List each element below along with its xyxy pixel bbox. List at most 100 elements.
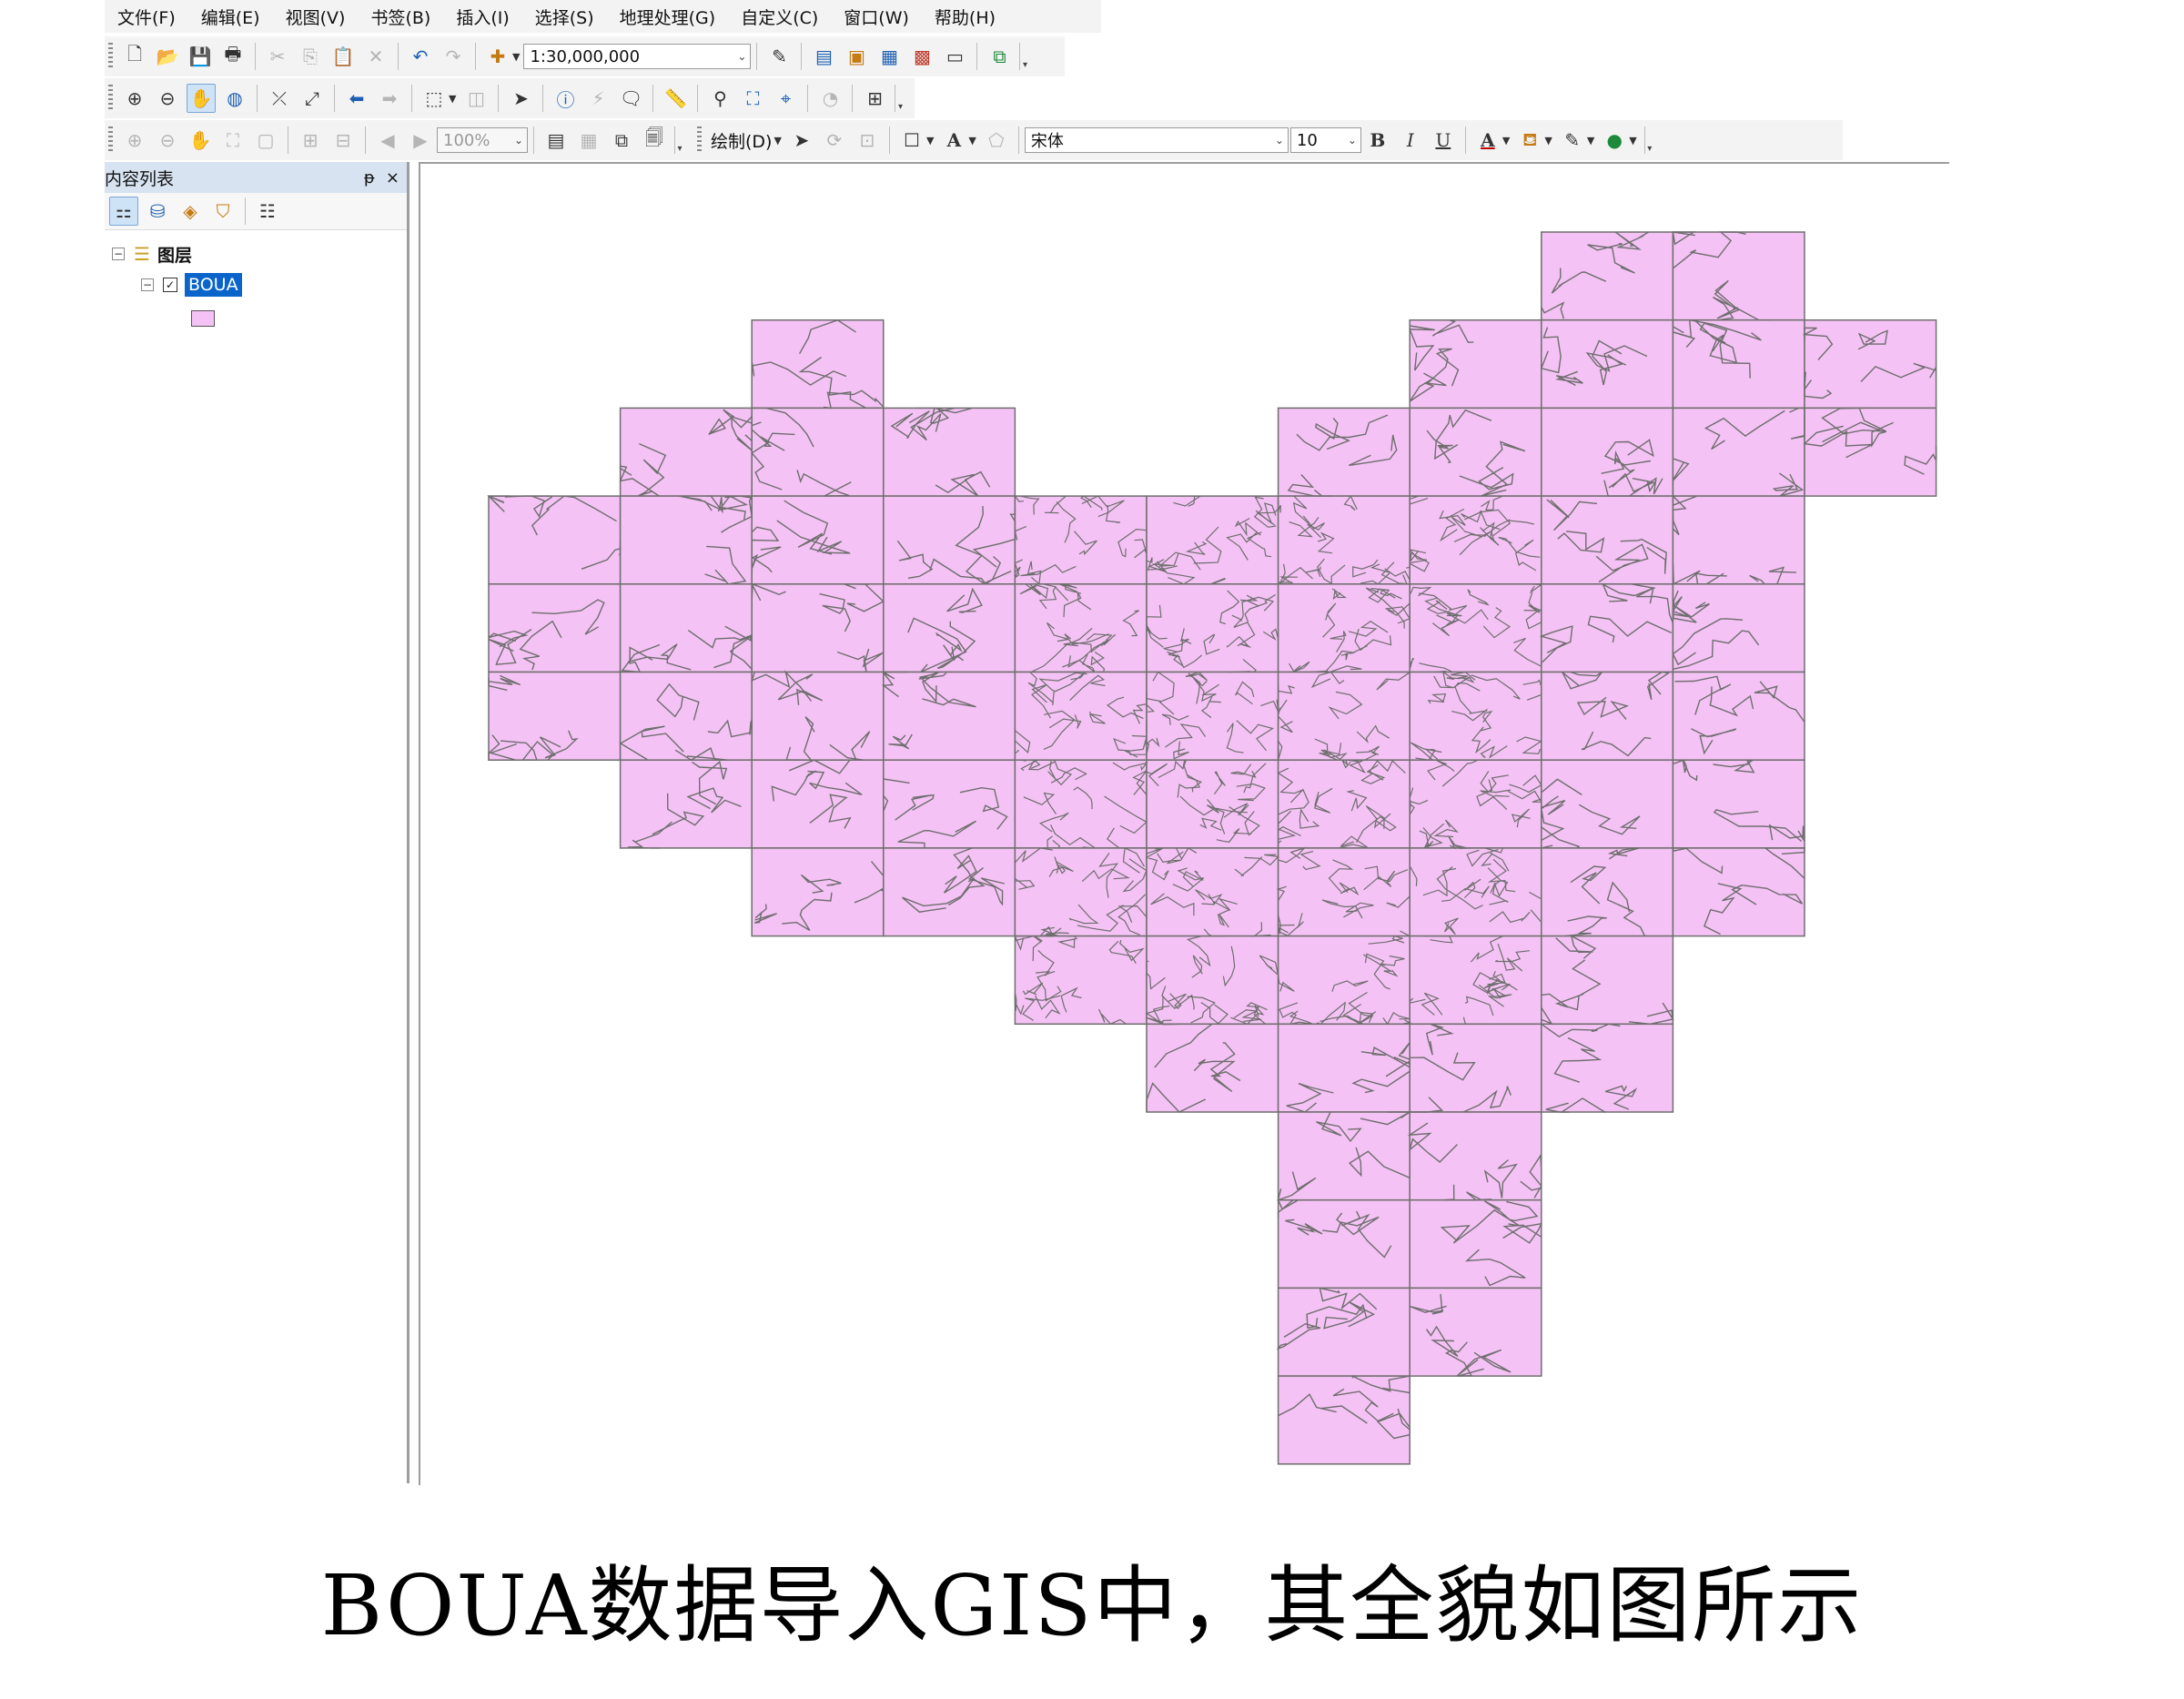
select-features-icon[interactable]: ⬚ [420,85,448,112]
draw-menu-dropdown-icon[interactable]: ▼ [774,135,781,147]
layout-fixed-zoom-out-icon[interactable]: ⊟ [329,126,357,154]
layer-visibility-checkbox[interactable]: ✓ [163,278,177,292]
layout-back-icon[interactable]: ◀ [374,126,401,154]
bold-button[interactable]: B [1364,126,1391,154]
toolbar-grip[interactable] [108,126,113,154]
list-by-drawing-order-icon[interactable]: ⚏ [109,197,138,226]
list-by-source-icon[interactable]: ⛁ [144,197,171,225]
create-viewer-window-icon[interactable]: ⊞ [861,85,888,112]
map-canvas[interactable] [420,164,1949,1485]
editor-toolbar-icon[interactable]: ✎ [765,43,793,70]
save-icon[interactable]: 💾 [187,43,214,70]
copy-icon[interactable]: ⎘ [297,43,324,70]
open-folder-icon[interactable]: 📂 [154,43,181,70]
layout-forward-icon[interactable]: ▶ [407,126,434,154]
toolbar-grip[interactable] [108,43,113,70]
layer-symbol-swatch[interactable] [191,310,215,327]
full-extent-globe-icon[interactable]: ◍ [221,85,248,112]
toolbar-options-icon[interactable]: ▾ [674,126,684,154]
menu-view[interactable]: 视图(V) [273,5,359,29]
search-window-icon[interactable]: ▦ [875,43,903,70]
italic-button[interactable]: I [1397,126,1424,154]
rotate-icon[interactable]: ⟳ [821,126,848,154]
layout-pan-icon[interactable]: ✋ [187,126,214,154]
clear-selection-icon[interactable]: ◫ [462,85,490,112]
fixed-zoom-in-icon[interactable]: ⤫ [266,85,293,112]
cut-icon[interactable]: ✂ [264,43,291,70]
rectangle-dropdown-icon[interactable]: ▼ [926,135,934,147]
table-of-contents-icon[interactable]: ▤ [810,43,837,70]
menu-edit[interactable]: 编辑(E) [188,5,273,29]
fill-color-dropdown-icon[interactable]: ▼ [1544,135,1552,147]
zoom-out-icon[interactable]: ⊖ [154,85,181,112]
font-size-combo[interactable]: 10 ⌄ [1289,127,1361,153]
measure-ruler-icon[interactable]: 📏 [662,85,689,112]
edit-vertices-icon[interactable]: ⬠ [983,126,1010,154]
add-data-dropdown-icon[interactable]: ▼ [512,51,520,63]
new-document-icon[interactable]: 🗋 [121,43,148,70]
print-icon[interactable]: 🖶 [219,43,247,70]
options-icon[interactable]: ☷ [254,197,281,225]
underline-button[interactable]: U [1430,126,1457,154]
layer-name-label[interactable]: BOUA [185,273,242,297]
hyperlink-icon[interactable]: ⚡ [584,85,612,112]
undo-icon[interactable]: ↶ [407,43,434,70]
fixed-zoom-out-icon[interactable]: ⤢ [298,85,326,112]
layout-zoom-out-icon[interactable]: ⊖ [154,126,181,154]
paste-icon[interactable]: 📋 [329,43,357,70]
collapse-icon[interactable]: − [141,278,154,291]
modelbuilder-icon[interactable]: ⧉ [986,43,1013,70]
draw-menu-button[interactable]: 绘制(D) [707,128,775,153]
text-icon[interactable]: A [940,126,967,154]
data-driven-pages-icon[interactable]: 🗐 [641,126,668,154]
font-combo[interactable]: 宋体 ⌄ [1024,127,1289,153]
text-dropdown-icon[interactable]: ▼ [968,135,976,147]
layout-fixed-zoom-in-icon[interactable]: ⊞ [297,126,324,154]
zoom-whole-page-icon[interactable]: ⛶ [219,126,247,154]
select-elements-arrow-icon[interactable]: ➤ [507,85,534,112]
select-features-dropdown-icon[interactable]: ▼ [449,93,456,105]
change-layout-icon[interactable]: ⧉ [608,126,635,154]
python-window-icon[interactable]: ▭ [941,43,968,70]
menu-geoprocessing[interactable]: 地理处理(G) [607,5,729,29]
menu-insert[interactable]: 插入(I) [443,5,521,29]
toolbar-options-icon[interactable]: ▾ [1643,126,1654,154]
layer-row-boua[interactable]: − ✓ BOUA [141,272,242,298]
fill-color-bucket-icon[interactable]: ⛾ [1516,126,1543,154]
menu-bookmarks[interactable]: 书签(B) [358,5,443,29]
marker-color-dropdown-icon[interactable]: ▼ [1629,135,1636,147]
toolbar-options-icon[interactable]: ▾ [1019,43,1029,70]
toggle-draft-mode-icon[interactable]: ▤ [542,126,570,154]
catalog-window-icon[interactable]: ▣ [843,43,870,70]
line-color-pen-icon[interactable]: ✎ [1559,126,1586,154]
map-view[interactable] [419,162,1949,1485]
rectangle-icon[interactable]: ☐ [898,126,925,154]
find-binoculars-icon[interactable]: ⚲ [706,85,733,112]
zoom-100-icon[interactable]: ▢ [252,126,279,154]
font-color-dropdown-icon[interactable]: ▼ [1502,135,1510,147]
menu-windows[interactable]: 窗口(W) [831,5,922,29]
html-popup-icon[interactable]: 🗨 [617,85,644,112]
line-color-dropdown-icon[interactable]: ▼ [1587,135,1594,147]
go-back-arrow-icon[interactable]: ⬅ [343,85,370,112]
time-slider-icon[interactable]: ◔ [816,85,844,112]
delete-icon[interactable]: ✕ [362,43,389,70]
list-by-selection-icon[interactable]: ⛉ [209,197,237,225]
toolbar-grip[interactable] [108,85,113,112]
menu-file[interactable]: 文件(F) [105,5,188,29]
zoom-to-selected-elements-icon[interactable]: ⊡ [854,126,881,154]
layers-group-row[interactable]: − ☰ 图层 [112,241,192,267]
select-elements-icon[interactable]: ➤ [788,126,815,154]
go-to-xy-icon[interactable]: ⌖ [772,85,799,112]
menu-selection[interactable]: 选择(S) [522,5,607,29]
zoom-in-icon[interactable]: ⊕ [121,85,148,112]
focus-data-frame-icon[interactable]: ▦ [575,126,602,154]
collapse-icon[interactable]: − [112,248,125,260]
menu-customize[interactable]: 自定义(C) [728,5,831,29]
add-data-icon[interactable]: ✚ [484,43,511,70]
arctoolbox-icon[interactable]: ▩ [908,43,935,70]
find-route-icon[interactable]: ⛶ [739,85,766,112]
toolbar-options-icon[interactable]: ▾ [895,85,905,112]
go-forward-arrow-icon[interactable]: ➡ [376,85,403,112]
map-scale-combo[interactable]: 1:30,000,000 ⌄ [523,44,752,69]
